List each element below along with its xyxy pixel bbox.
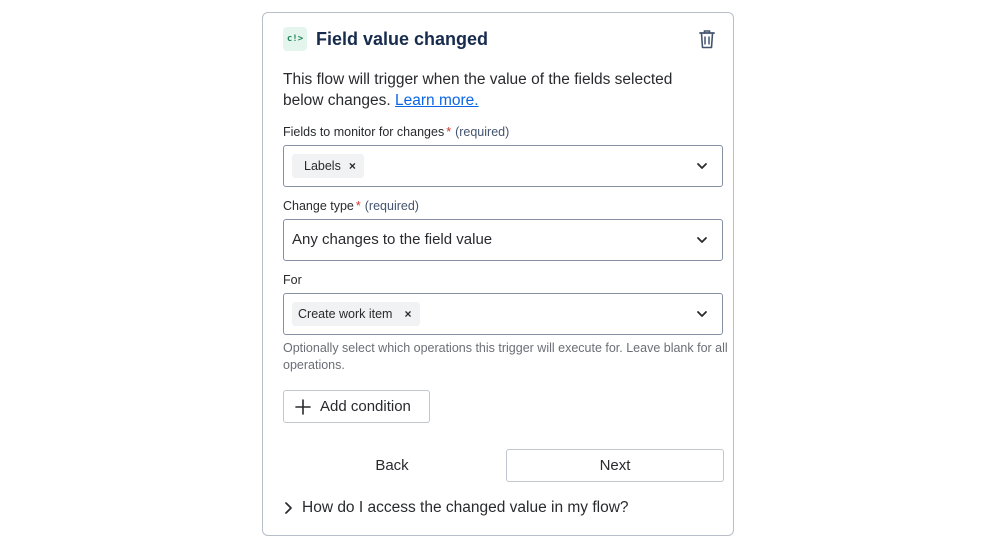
for-helper-text: Optionally select which operations this … xyxy=(283,341,728,372)
tag-label: Labels xyxy=(304,159,341,173)
fields-to-monitor-select[interactable]: Labels × xyxy=(283,145,723,187)
tag-labels: Labels × xyxy=(292,154,364,178)
fields-to-monitor-label-text: Fields to monitor for changes xyxy=(283,125,445,139)
trigger-description: This flow will trigger when the value of… xyxy=(283,69,715,111)
change-type-label: Change type * (required) xyxy=(283,199,419,213)
add-condition-label: Add condition xyxy=(320,398,411,415)
chevron-right-icon xyxy=(285,502,292,514)
faq-label: How do I access the changed value in my … xyxy=(302,499,629,516)
next-button[interactable]: Next xyxy=(506,449,724,482)
required-mark: * xyxy=(446,125,452,139)
remove-tag-icon[interactable]: × xyxy=(349,154,356,178)
change-type-value: Any changes to the field value xyxy=(292,231,493,248)
for-operations-select[interactable]: Create work item × xyxy=(283,293,723,335)
panel-header: c!> Field value changed xyxy=(283,27,717,53)
back-button[interactable]: Back xyxy=(283,449,501,482)
trigger-config-panel: c!> Field value changed This flow will t… xyxy=(262,12,734,536)
trash-icon[interactable] xyxy=(697,28,717,50)
for-label-text: For xyxy=(283,273,302,287)
change-type-select[interactable]: Any changes to the field value xyxy=(283,219,723,261)
required-hint: (required) xyxy=(455,125,510,139)
chevron-down-icon xyxy=(697,311,707,317)
required-hint: (required) xyxy=(364,199,419,213)
required-mark: * xyxy=(355,199,361,213)
for-label: For xyxy=(283,273,302,287)
add-condition-button[interactable]: Add condition xyxy=(283,390,430,423)
tag-create-work-item: Create work item × xyxy=(292,302,420,326)
plus-icon xyxy=(295,398,311,415)
remove-tag-icon[interactable]: × xyxy=(404,302,411,326)
learn-more-link[interactable]: Learn more. xyxy=(395,92,479,109)
panel-title: Field value changed xyxy=(316,29,489,49)
chevron-down-icon xyxy=(697,237,707,243)
chevron-down-icon xyxy=(697,163,707,169)
change-type-label-text: Change type xyxy=(283,199,354,213)
tag-label: Create work item xyxy=(298,307,393,321)
code-trigger-icon: c!> xyxy=(283,27,307,51)
faq-expander[interactable]: How do I access the changed value in my … xyxy=(283,497,629,519)
fields-to-monitor-label: Fields to monitor for changes * (required) xyxy=(283,125,509,139)
